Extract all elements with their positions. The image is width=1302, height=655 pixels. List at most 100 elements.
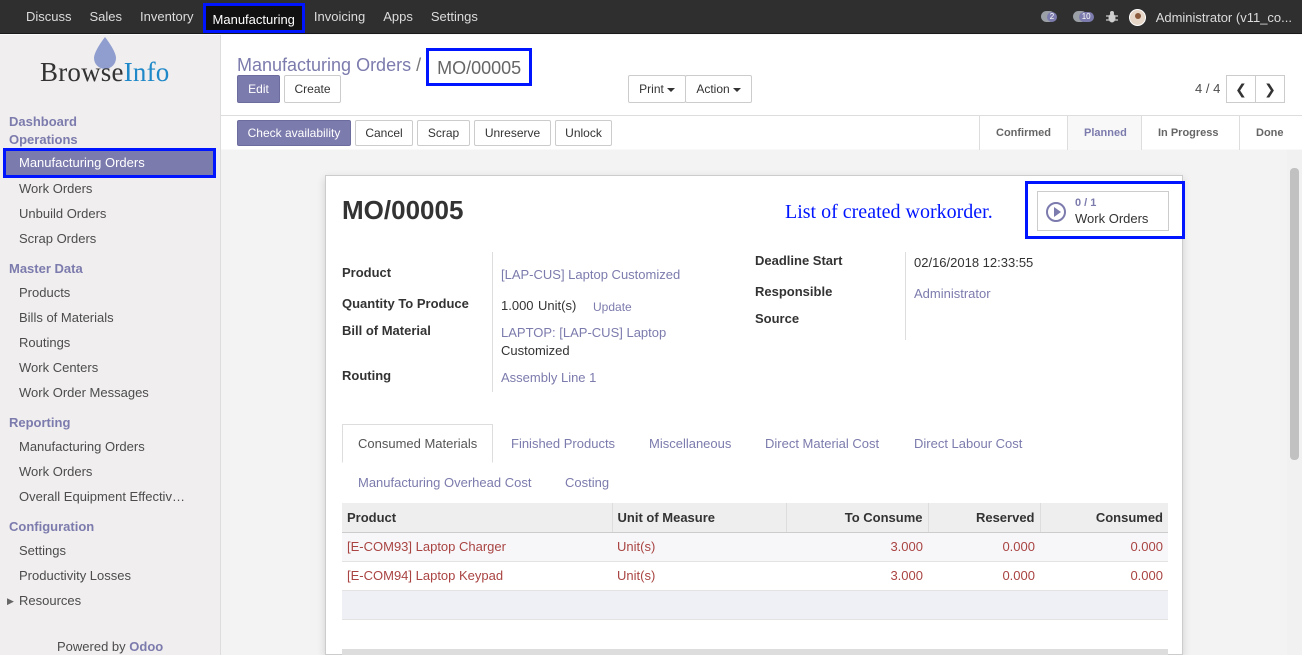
- bom-label: Bill of Material: [342, 323, 431, 338]
- table-row[interactable]: [E-COM94] Laptop Keypad Unit(s) 3.000 0.…: [342, 561, 1168, 591]
- tab-costing[interactable]: Costing: [565, 475, 609, 490]
- edit-button[interactable]: Edit: [237, 75, 280, 103]
- scrollbar[interactable]: [1287, 150, 1302, 655]
- cell-product: [E-COM94] Laptop Keypad: [342, 561, 612, 591]
- cell-reserved: 0.000: [928, 532, 1040, 562]
- product-value[interactable]: [LAP-CUS] Laptop Customized: [501, 267, 680, 282]
- breadcrumb: Manufacturing Orders / MO/00005: [237, 45, 533, 86]
- annotation-text: List of created workorder.: [785, 201, 993, 223]
- breadcrumb-separator: /: [416, 55, 422, 75]
- sidebar-item-work-centers[interactable]: Work Centers: [19, 360, 98, 375]
- work-orders-count: 0 / 1: [1075, 197, 1097, 209]
- odoo-link[interactable]: Odoo: [129, 639, 163, 654]
- sidebar: BrowseInfo Dashboard Operations Manufact…: [0, 35, 221, 655]
- sidebar-item-overall-equipment-effectiveness[interactable]: Overall Equipment Effectiv…: [19, 489, 185, 504]
- cell-reserved: 0.000: [928, 561, 1040, 591]
- tab-finished-products[interactable]: Finished Products: [511, 436, 615, 451]
- cell-consumed: 0.000: [1040, 561, 1168, 591]
- scrap-button[interactable]: Scrap: [417, 120, 470, 146]
- main-content: Manufacturing Orders / MO/00005 Edit Cre…: [221, 35, 1302, 655]
- scrollbar-thumb[interactable]: [1290, 168, 1299, 460]
- sidebar-item-work-order-messages[interactable]: Work Order Messages: [19, 385, 149, 400]
- field-divider: [492, 252, 493, 392]
- column-header-uom[interactable]: Unit of Measure: [612, 503, 787, 533]
- menu-apps[interactable]: Apps: [374, 0, 422, 34]
- sidebar-item-productivity-losses[interactable]: Productivity Losses: [19, 568, 131, 583]
- unlock-button[interactable]: Unlock: [555, 120, 612, 146]
- routing-label: Routing: [342, 368, 392, 383]
- breadcrumb-parent[interactable]: Manufacturing Orders: [237, 55, 411, 76]
- logo-text-part1: Browse: [40, 57, 124, 87]
- caret-right-icon[interactable]: ▶: [7, 596, 14, 607]
- stage-pipeline: Confirmed Planned In Progress Done: [979, 116, 1302, 150]
- breadcrumb-current: MO/00005: [426, 48, 533, 86]
- tab-manufacturing-overhead-cost[interactable]: Manufacturing Overhead Cost: [358, 475, 531, 490]
- sidebar-item-unbuild-orders[interactable]: Unbuild Orders: [19, 206, 106, 221]
- bom-value-line2: Customized: [501, 343, 570, 358]
- consumed-materials-table: Product Unit of Measure To Consume Reser…: [342, 503, 1168, 620]
- control-panel: Manufacturing Orders / MO/00005 Edit Cre…: [221, 35, 1302, 150]
- chat-icon[interactable]: 2: [1040, 9, 1063, 25]
- product-label: Product: [342, 265, 392, 280]
- pager-previous-button[interactable]: ❮: [1226, 75, 1256, 103]
- user-menu[interactable]: Administrator (v11_co...: [1156, 10, 1292, 25]
- chat-badge: 2: [1046, 12, 1058, 22]
- menu-settings[interactable]: Settings: [422, 0, 487, 34]
- bom-value[interactable]: LAPTOP: [LAP-CUS] Laptop: [501, 325, 666, 340]
- menu-sales[interactable]: Sales: [81, 0, 132, 34]
- menu-discuss[interactable]: Discuss: [0, 0, 81, 34]
- cell-to-consume: 3.000: [786, 561, 928, 591]
- deadline-label: Deadline Start: [755, 253, 843, 268]
- sidebar-item-products[interactable]: Products: [19, 285, 70, 300]
- print-dropdown[interactable]: Print: [628, 75, 686, 103]
- sidebar-item-resources[interactable]: Resources: [19, 593, 81, 608]
- work-orders-label: Work Orders: [1075, 211, 1149, 226]
- stage-confirmed[interactable]: Confirmed: [979, 116, 1067, 150]
- avatar[interactable]: [1128, 8, 1146, 26]
- activity-icon[interactable]: 10: [1072, 9, 1095, 25]
- sidebar-item-routings[interactable]: Routings: [19, 335, 70, 350]
- sidebar-item-scrap-orders[interactable]: Scrap Orders: [19, 231, 96, 246]
- table-row[interactable]: [E-COM93] Laptop Charger Unit(s) 3.000 0…: [342, 532, 1168, 562]
- check-availability-button[interactable]: Check availability: [237, 120, 351, 146]
- column-header-reserved[interactable]: Reserved: [928, 503, 1041, 533]
- record-title: MO/00005: [342, 195, 464, 225]
- menu-inventory[interactable]: Inventory: [131, 0, 202, 34]
- tab-direct-labour-cost[interactable]: Direct Labour Cost: [914, 436, 1022, 451]
- create-button[interactable]: Create: [284, 75, 341, 103]
- sidebar-item-report-manufacturing-orders[interactable]: Manufacturing Orders: [19, 439, 145, 454]
- unreserve-button[interactable]: Unreserve: [474, 120, 551, 146]
- sidebar-item-work-orders[interactable]: Work Orders: [19, 181, 92, 196]
- stage-planned[interactable]: Planned: [1067, 116, 1141, 150]
- sidebar-item-manufacturing-orders[interactable]: Manufacturing Orders: [3, 148, 216, 178]
- responsible-label: Responsible: [755, 284, 833, 299]
- bug-icon[interactable]: [1105, 10, 1119, 24]
- tab-miscellaneous[interactable]: Miscellaneous: [649, 436, 731, 451]
- workorder-highlight: 0 / 1 Work Orders: [1025, 181, 1185, 239]
- column-header-to-consume[interactable]: To Consume: [786, 503, 929, 533]
- section-dashboard[interactable]: Dashboard: [9, 114, 77, 129]
- stage-done[interactable]: Done: [1239, 116, 1302, 150]
- update-quantity-button[interactable]: Update: [593, 300, 632, 314]
- stage-in-progress[interactable]: In Progress: [1141, 116, 1239, 150]
- quantity-label: Quantity To Produce: [342, 296, 469, 311]
- menu-invoicing[interactable]: Invoicing: [305, 0, 374, 34]
- pager-value[interactable]: 4 / 4: [1195, 81, 1220, 96]
- systray: 2 10 Administrator (v11_co...: [1040, 0, 1302, 34]
- tab-consumed-materials[interactable]: Consumed Materials: [342, 424, 494, 463]
- pager-next-button[interactable]: ❯: [1255, 75, 1285, 103]
- tab-direct-material-cost[interactable]: Direct Material Cost: [765, 436, 879, 451]
- responsible-value[interactable]: Administrator: [914, 286, 991, 301]
- table-header-row: Product Unit of Measure To Consume Reser…: [342, 503, 1168, 533]
- sidebar-item-report-work-orders[interactable]: Work Orders: [19, 464, 92, 479]
- cancel-button[interactable]: Cancel: [355, 120, 413, 146]
- column-header-consumed[interactable]: Consumed: [1040, 503, 1168, 533]
- menu-manufacturing[interactable]: Manufacturing: [202, 3, 305, 33]
- quantity-uom: Unit(s): [538, 298, 577, 313]
- column-header-product[interactable]: Product: [342, 503, 613, 533]
- routing-value[interactable]: Assembly Line 1: [501, 370, 596, 385]
- work-orders-smart-button[interactable]: 0 / 1 Work Orders: [1037, 191, 1169, 231]
- sidebar-item-bills-of-materials[interactable]: Bills of Materials: [19, 310, 114, 325]
- action-dropdown[interactable]: Action: [685, 75, 752, 103]
- sidebar-item-settings[interactable]: Settings: [19, 543, 66, 558]
